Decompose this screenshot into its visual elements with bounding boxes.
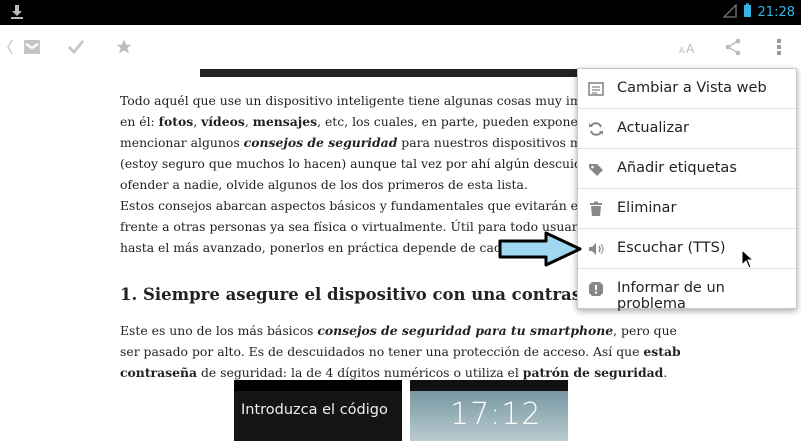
text: , pero que a veces suele [613,323,680,338]
action-bar: AA [0,25,801,69]
text: (estoy seguro que muchos lo hacen) aunqu… [120,156,631,171]
overflow-menu-icon[interactable] [768,37,790,57]
menu-item-label: Cambiar a Vista web [617,80,767,96]
screenshot-image-lockscreen: 17:12 [410,380,568,441]
text: ser pasado por alto. Es de descuidados n… [120,344,644,359]
menu-item-report-problem[interactable]: Informar de un problema [578,269,796,312]
menu-item-label: Añadir etiquetas [617,160,737,176]
text: mencionar algunos [120,135,244,150]
image-clock: 17:12 [450,397,542,432]
overflow-menu: Cambiar a Vista web Actualizar Añadir et… [577,68,797,312]
image-caption: Introduzca el código [241,402,388,418]
check-icon[interactable] [65,37,87,57]
text: ofender a nadie, olvide algunos de los d… [120,177,528,192]
menu-item-listen-tts[interactable]: Escuchar (TTS) [578,229,796,269]
svg-text:A: A [679,46,685,55]
bold-text: consejos de seguridad [243,135,398,150]
speaker-icon [588,241,604,257]
bold-text: vídeos [201,114,245,129]
text: , [193,114,202,129]
article-hero-image [200,69,580,77]
pointer-arrow-icon [498,231,582,267]
signal-icon [721,3,737,22]
report-problem-icon [588,281,604,297]
text: Estos consejos abarcan aspectos básicos … [120,198,634,213]
web-view-icon [588,81,604,97]
text: . [663,365,668,380]
menu-item-add-labels[interactable]: Añadir etiquetas [578,149,796,189]
svg-text:A: A [686,42,695,55]
bold-text: contraseña [120,365,197,380]
bold-text: fotos [158,114,194,129]
text: de seguridad: la de 4 dígitos numéricos … [197,365,523,380]
text: hasta el más avanzado, ponerlos en práct… [120,240,560,255]
status-bar: 21:28 [0,0,801,25]
bold-text: establece una [643,344,680,359]
menu-item-delete[interactable]: Eliminar [578,189,796,229]
inbox-icon[interactable] [21,37,43,57]
article-paragraph: Este es uno de los más básicos consejos … [120,320,680,383]
text: , [244,114,253,129]
status-time: 21:28 [757,5,795,20]
menu-item-refresh[interactable]: Actualizar [578,109,796,149]
star-icon[interactable] [113,37,135,57]
share-icon[interactable] [722,37,744,57]
menu-item-label: Escuchar (TTS) [617,240,726,256]
menu-item-web-view[interactable]: Cambiar a Vista web [578,69,796,109]
bold-text: patrón de seguridad [522,365,664,380]
tag-icon [588,161,604,177]
text: Todo aquél que use un dispositivo inteli… [120,93,624,108]
text: Este es uno de los más básicos [120,323,318,338]
text: en él: [120,114,159,129]
menu-item-label: Eliminar [617,200,677,216]
text-size-icon[interactable]: AA [678,37,700,57]
mouse-cursor-icon [741,249,755,269]
refresh-icon [588,121,604,137]
screenshot-image-pin-entry: Introduzca el código [234,380,402,441]
emphasis-text: consejos de seguridad para tu smartphone [317,323,614,338]
up-caret-icon[interactable] [6,39,14,59]
bold-text: mensajes [252,114,318,129]
battery-icon [743,3,752,22]
download-icon [10,4,24,24]
menu-item-label: Informar de un problema [617,280,725,312]
menu-item-label: Actualizar [617,120,689,136]
trash-icon [588,201,604,217]
